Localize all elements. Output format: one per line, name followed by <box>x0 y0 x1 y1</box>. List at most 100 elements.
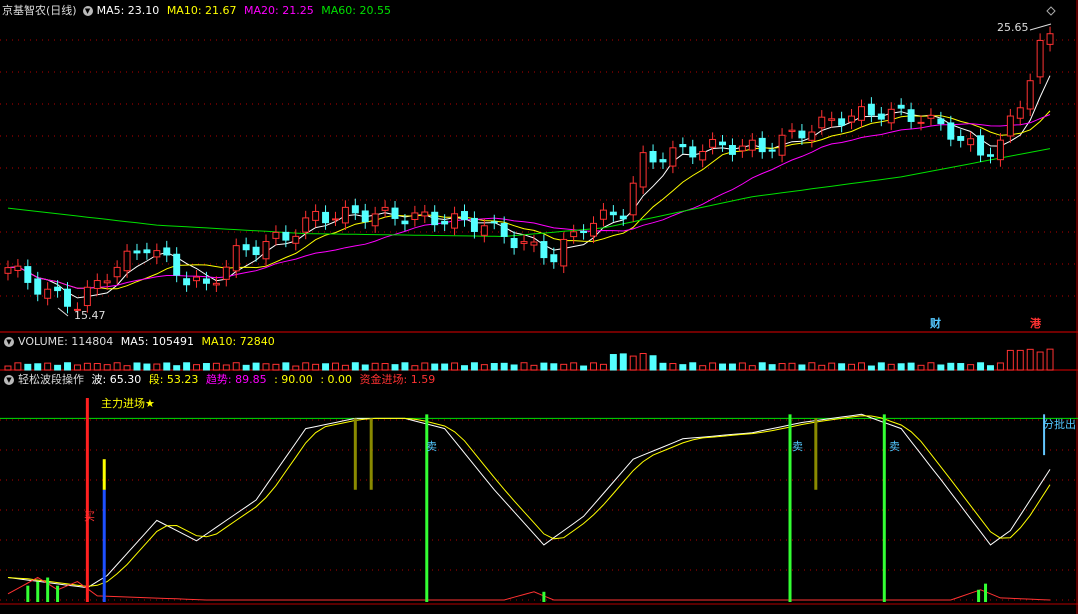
candle-body <box>758 137 766 153</box>
candle-body <box>798 130 806 139</box>
volume-bar <box>34 363 42 371</box>
candle-body <box>788 129 796 133</box>
settings-icon[interactable]: ▼ <box>4 337 14 347</box>
candle-body <box>262 241 270 260</box>
volume-bar <box>451 362 459 371</box>
candle-body <box>619 215 627 220</box>
volume-bar <box>331 362 339 371</box>
volume-bar <box>828 362 836 371</box>
volume-bar <box>768 364 776 371</box>
volume-bar <box>252 362 260 371</box>
candle-body <box>381 206 389 211</box>
candle-body <box>560 238 568 267</box>
candle-body <box>163 247 171 256</box>
low-marker-arrow <box>57 307 69 317</box>
volume-bar <box>748 365 756 371</box>
volume-bar <box>728 363 736 371</box>
candle-body <box>312 210 320 221</box>
volume-bar <box>441 363 449 371</box>
candle-body <box>341 206 349 224</box>
ma60-label: MA60: 20.55 <box>321 4 391 17</box>
candle-body <box>322 211 330 224</box>
volume-bar <box>758 362 766 371</box>
volume-bar <box>709 362 717 371</box>
indicator-name[interactable]: 轻松波段操作 <box>18 373 84 386</box>
candle-body <box>401 220 409 225</box>
volume-bar <box>123 365 131 371</box>
stock-chart[interactable] <box>0 0 1078 614</box>
volume-bar <box>590 362 597 371</box>
volume-bar <box>232 362 240 371</box>
volume-bar <box>689 362 697 371</box>
candle-body <box>510 238 518 249</box>
candle-body <box>599 209 607 220</box>
candle-body <box>143 249 151 254</box>
candle-body <box>609 211 617 216</box>
volume-bar <box>173 365 181 371</box>
moving-average-lines <box>7 6 1056 317</box>
volume-bar <box>996 362 1004 371</box>
candle-body <box>927 114 935 119</box>
hk-connect-marker[interactable]: 港 <box>1030 318 1041 330</box>
volume-bar <box>957 363 965 371</box>
main-header: 京基智农(日线) ▼ MA5: 23.10 MA10: 21.67 MA20: 21… <box>2 2 395 20</box>
candle-body <box>133 250 141 254</box>
buy-signal-label: 买 <box>84 510 95 523</box>
candle-body <box>917 121 925 124</box>
indicator-header: ▼ 轻松波段操作 波: 65.30 段: 53.23 趋势: 89.85 : 90… <box>2 371 439 389</box>
settings-icon[interactable]: ▼ <box>4 375 14 385</box>
candle-body <box>629 182 637 216</box>
candle-body <box>530 241 538 246</box>
stock-title[interactable]: 京基智农(日线) <box>2 4 77 17</box>
volume-bar <box>649 355 657 371</box>
volume-bar <box>202 363 210 371</box>
candle-body <box>24 266 32 283</box>
candle-body <box>1006 115 1014 137</box>
volume-bar <box>421 362 429 371</box>
sell-signal-label: 卖 <box>889 440 900 453</box>
candle-body <box>83 286 91 307</box>
grid-lines <box>0 0 1078 614</box>
candle-body <box>272 231 280 239</box>
candle-body <box>649 150 657 163</box>
volume-bar <box>510 364 518 371</box>
candle-body <box>14 265 22 271</box>
candle-body <box>887 108 895 124</box>
volume-bar <box>113 362 121 371</box>
volume-bar <box>580 365 588 371</box>
settings-icon[interactable]: ▼ <box>82 6 93 16</box>
candle-body <box>411 212 419 220</box>
volume-bar <box>391 364 399 371</box>
volume-bar <box>669 363 677 371</box>
high-price-label: 25.65 <box>997 21 1029 34</box>
volume-bar <box>609 354 617 371</box>
candle-body <box>540 241 548 259</box>
volume-bar <box>490 363 498 371</box>
candle-body <box>689 146 697 158</box>
candle-body <box>778 134 786 156</box>
candle-body <box>848 115 856 123</box>
ma60-line <box>7 148 1051 238</box>
batch-exit-label: 分批出 <box>1043 418 1076 431</box>
candle-body <box>391 207 399 219</box>
ma20-label: MA20: 21.25 <box>244 4 314 17</box>
candle-body <box>987 154 994 157</box>
candle-body <box>441 220 449 225</box>
finance-marker[interactable]: 财 <box>930 318 941 330</box>
candle-body <box>748 139 756 151</box>
volume-bar <box>73 364 81 371</box>
volume-bar <box>857 362 865 371</box>
candle-body <box>451 213 459 229</box>
candle-body <box>64 288 71 307</box>
candle-body <box>480 225 488 236</box>
volume-bar <box>431 363 439 371</box>
volume-bar <box>570 362 578 371</box>
candle-body <box>639 152 647 188</box>
diamond-icon <box>1046 6 1056 16</box>
volume-bar <box>639 353 647 371</box>
volume-bar <box>907 362 915 371</box>
candle-body <box>4 267 12 274</box>
candle-body <box>1036 39 1044 78</box>
candle-body <box>193 276 201 282</box>
candle-body <box>550 254 558 263</box>
